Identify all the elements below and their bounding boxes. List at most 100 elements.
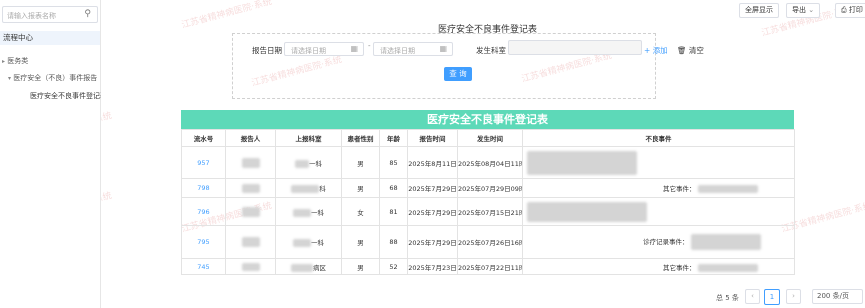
tree-node-label: 医务类 [7,57,29,65]
dept-suffix: 病区 [313,263,326,272]
occur-time-cell: 2025年07月29日09时 [457,178,523,198]
tree-node-medical[interactable]: ▸ 医务类 [2,56,28,66]
event-label: 其它事件： [663,185,696,193]
report-time-cell: 2025年7月29日 [407,197,458,226]
report-date-label: 报告日期 [252,46,282,55]
tree-node-label: 医疗安全（不良）事件报告 [13,74,98,82]
clear-button[interactable]: 🗑 清空 [677,45,704,56]
dept-cell: 科 [275,178,342,198]
add-dept-button[interactable]: + 添加 [644,45,668,56]
end-date-placeholder: 请选择日期 [380,47,415,55]
end-date-input[interactable]: 请选择日期 ▦ [373,42,453,56]
col-header: 不良事件 [522,129,795,147]
report-search-input[interactable]: 请输入报表名称 ⚲ [2,6,98,23]
report-time-cell: 2025年8月11日 [407,146,458,179]
serial-link[interactable]: 798 [181,178,226,198]
gender-cell: 男 [341,146,380,179]
dept-suffix: 一科 [311,239,324,247]
start-date-placeholder: 请选择日期 [291,47,326,55]
event-label: 其它事件： [663,263,696,272]
search-placeholder: 请输入报表名称 [7,12,56,20]
tree-node-process-center[interactable]: 流程中心 [0,31,100,45]
page-size-label: 200 条/页 [817,292,849,300]
event-label: 诊疗记录事件： [643,238,689,246]
prev-page-button[interactable]: ‹ [745,289,760,304]
fullscreen-button[interactable]: 全屏显示 [739,3,779,18]
report-time-cell: 2025年7月29日 [407,225,458,259]
query-button[interactable]: 查 询 [444,67,472,81]
print-button[interactable]: ⎙ 打印 [835,3,865,18]
query-label: 查 询 [449,69,467,78]
gender-cell: 女 [341,197,380,226]
reporter-cell [225,197,276,226]
col-header: 发生时间 [457,129,523,147]
report-time-cell: 2025年7月29日 [407,178,458,198]
serial-link[interactable]: 745 [181,258,226,275]
event-table: 流水号 报告人 上报科室 患者性别 年龄 报告时间 发生时间 不良事件 957 … [181,129,795,275]
add-label: 添加 [652,46,668,55]
page-1-button[interactable]: 1 [764,289,780,305]
event-cell: 其它事件： [522,178,795,198]
dept-input[interactable] [508,40,642,55]
export-label: 导出 [792,6,806,14]
fullscreen-label: 全屏显示 [745,6,773,14]
start-date-input[interactable]: 请选择日期 ▦ [284,42,364,56]
dept-cell: 一科 [275,197,342,226]
dept-cell: 一科 [275,146,342,179]
event-cell [522,146,795,179]
col-header: 患者性别 [341,129,380,147]
trash-icon: 🗑 [677,46,687,55]
report-time-cell: 2025年7月23日 [407,258,458,275]
dept-suffix: 一科 [311,208,324,217]
report-sidebar: 请输入报表名称 ⚲ 流程中心 ▸ 医务类 ▾ 医疗安全（不良）事件报告 医疗安全… [0,0,101,308]
reporter-cell [225,258,276,275]
page-size-select[interactable]: 200 条/页 [812,289,863,304]
search-icon[interactable]: ⚲ [84,9,91,19]
date-separator: - [368,42,371,50]
age-cell: 81 [379,197,408,226]
occur-time-cell: 2025年07月26日16时 [457,225,523,259]
col-header: 上报科室 [275,129,342,147]
export-button[interactable]: 导出 ⌄ [786,3,821,18]
gender-cell: 男 [341,225,380,259]
dept-suffix: 科 [319,185,326,193]
table-row: 745 病区 男 52 2025年7月23日 2025年07月22日11时 其它… [181,258,795,275]
occur-time-cell: 2025年07月15日21时 [457,197,523,226]
pagination-total: 总 5 条 [716,294,739,302]
caret-icon[interactable]: ▸ [2,58,5,65]
tree-node-safety-event[interactable]: ▾ 医疗安全（不良）事件报告 [8,73,101,83]
chevron-right-icon: › [792,292,795,300]
gender-cell: 男 [341,178,380,198]
dept-label: 发生科室 [476,46,506,55]
printer-icon: ⎙ [841,6,847,14]
serial-link[interactable]: 796 [181,197,226,226]
serial-link[interactable]: 795 [181,225,226,259]
col-header: 流水号 [181,129,226,147]
table-row: 957 一科 男 85 2025年8月11日 2025年08月04日11时 [181,146,795,179]
tree-root-label: 流程中心 [3,33,33,42]
dept-cell: 一科 [275,225,342,259]
age-cell: 88 [379,225,408,259]
dept-cell: 病区 [275,258,342,275]
table-title: 医疗安全不良事件登记表 [181,110,794,129]
age-cell: 52 [379,258,408,275]
col-header: 报告人 [225,129,276,147]
table-header-row: 流水号 报告人 上报科室 患者性别 年龄 报告时间 发生时间 不良事件 [181,129,795,147]
caret-down-icon[interactable]: ▾ [8,75,11,82]
calendar-icon: ▦ [439,44,447,53]
event-cell: 诊疗记录事件： [522,225,795,259]
reporter-cell [225,225,276,259]
occur-time-cell: 2025年08月04日11时 [457,146,523,179]
clear-label: 清空 [688,46,704,55]
print-label: 打印 [848,6,863,14]
next-page-button[interactable]: › [786,289,801,304]
table-row: 796 一科 女 81 2025年7月29日 2025年07月15日21时 [181,197,795,226]
occur-time-cell: 2025年07月22日11时 [457,258,523,275]
event-cell [522,197,795,226]
gender-cell: 男 [341,258,380,275]
plus-icon: + [644,46,651,55]
tree-node-register-form[interactable]: 医疗安全不良事件登记表 [30,91,101,101]
chevron-down-icon: ⌄ [808,6,815,14]
calendar-icon: ▦ [350,44,358,53]
serial-link[interactable]: 957 [181,146,226,179]
